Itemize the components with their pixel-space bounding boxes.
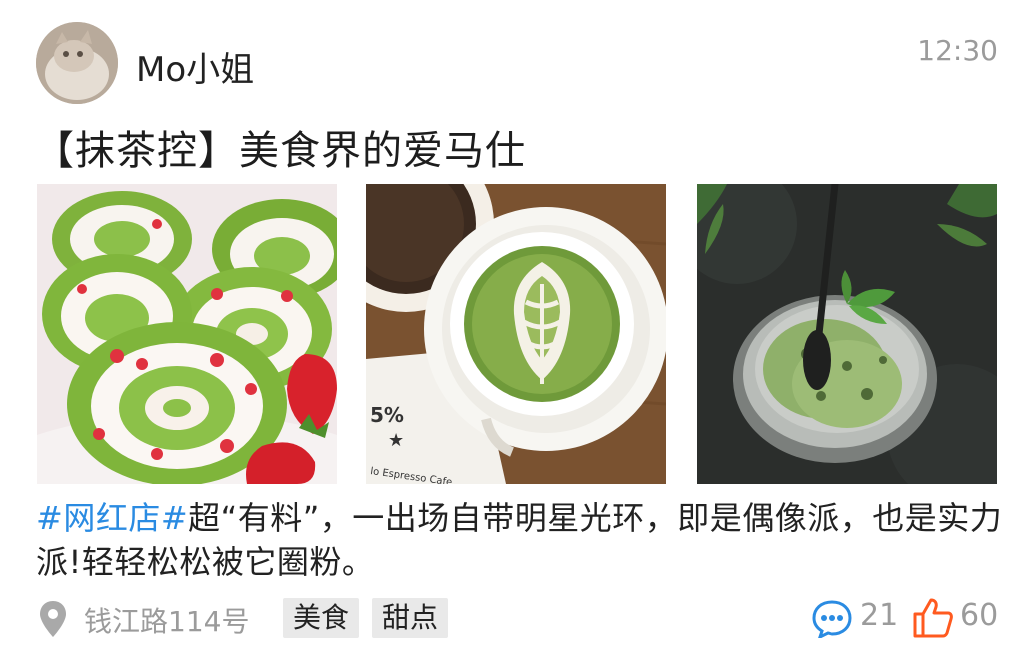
thumbs-up-icon[interactable] [912, 596, 954, 642]
post-title: 【抹茶控】美食界的爱马仕 [34, 128, 526, 174]
matcha-roll-cake-photo[interactable] [37, 184, 337, 484]
like-count: 60 [960, 598, 999, 633]
comment-count: 21 [860, 598, 899, 633]
location-pin-icon [38, 600, 68, 642]
hashtag-link[interactable]: #网红店# [36, 499, 188, 537]
comment-bubble-icon[interactable] [812, 600, 852, 642]
matcha-ice-cream-photo[interactable] [697, 184, 997, 484]
avatar[interactable] [36, 22, 118, 104]
tag-food[interactable]: 美食 [283, 598, 360, 638]
napkin-text-percent: 5% [370, 403, 404, 427]
username[interactable]: Mo小姐 [136, 42, 254, 91]
svg-text:★: ★ [388, 430, 404, 451]
location-text[interactable]: 钱江路114号 [84, 600, 249, 640]
tag-dessert[interactable]: 甜点 [372, 598, 449, 638]
post-time: 12:30 [917, 34, 998, 67]
post-description: #网红店#超“有料”，一出场自带明星光环，即是偶像派，也是实力派!轻轻松松被它圈… [36, 496, 1008, 584]
photo-grid: 5% ★ lo Espresso Cafe [37, 184, 997, 484]
matcha-latte-photo[interactable]: 5% ★ lo Espresso Cafe [366, 184, 666, 484]
post-header: Mo小姐 12:30 [36, 22, 998, 108]
post-footer: 钱江路114号 美食 甜点 21 60 [36, 596, 998, 642]
